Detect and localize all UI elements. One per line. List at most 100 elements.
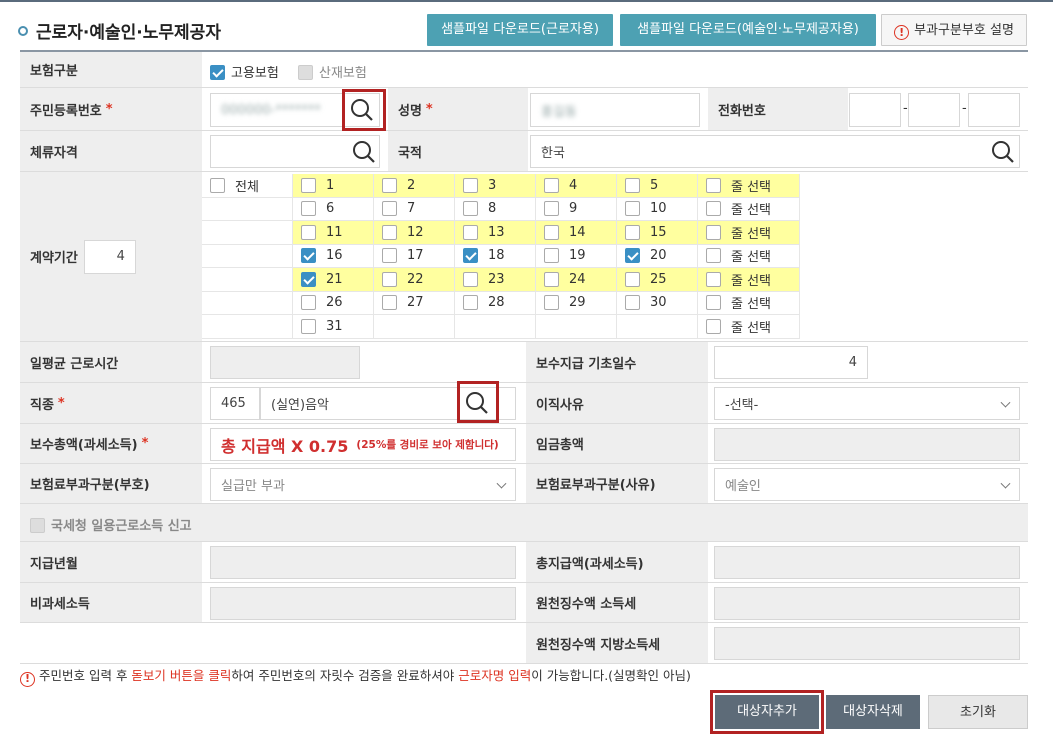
contract-day-checkbox[interactable]: [463, 295, 478, 311]
contract-day-checkbox[interactable]: [382, 295, 397, 311]
contract-day-cell[interactable]: 12: [374, 221, 455, 245]
contract-day-cell[interactable]: 15: [617, 221, 698, 245]
sample-download-worker-button[interactable]: 샘플파일 다운로드(근로자용): [427, 14, 613, 46]
contract-day-checkbox[interactable]: [463, 201, 478, 217]
contract-day-checkbox[interactable]: [301, 295, 316, 311]
contract-day-cell[interactable]: 5: [617, 174, 698, 198]
row-select-checkbox[interactable]: [706, 271, 721, 287]
nts-report-checkbox[interactable]: [30, 518, 45, 533]
contract-day-cell[interactable]: 30: [617, 291, 698, 315]
contract-day-cell[interactable]: 18: [455, 244, 536, 268]
contract-day-checkbox[interactable]: [382, 224, 397, 240]
wage-total-input[interactable]: [714, 428, 1020, 461]
contract-day-checkbox[interactable]: [625, 295, 640, 311]
row-select-cell[interactable]: 줄 선택: [698, 244, 800, 268]
contract-day-checkbox[interactable]: [382, 271, 397, 287]
withholding-income-input[interactable]: [714, 587, 1020, 620]
contract-day-checkbox[interactable]: [463, 248, 478, 264]
contract-day-cell[interactable]: 28: [455, 291, 536, 315]
reset-button[interactable]: 초기화: [928, 695, 1028, 729]
contract-count-input[interactable]: 4: [83, 239, 136, 274]
contract-day-cell[interactable]: 3: [455, 174, 536, 198]
row-select-cell[interactable]: 줄 선택: [698, 268, 800, 292]
row-select-checkbox[interactable]: [706, 295, 721, 311]
pay-month-input[interactable]: [210, 546, 516, 579]
contract-day-checkbox[interactable]: [625, 248, 640, 264]
contract-day-cell[interactable]: 31: [293, 315, 374, 339]
contract-day-checkbox[interactable]: [625, 271, 640, 287]
contract-day-cell[interactable]: 7: [374, 197, 455, 221]
contract-day-cell[interactable]: 9: [536, 197, 617, 221]
contract-day-checkbox[interactable]: [301, 201, 316, 217]
nts-report-option[interactable]: 국세청 일용근로소득 신고: [30, 515, 192, 534]
row-select-cell[interactable]: 줄 선택: [698, 174, 800, 198]
contract-day-cell[interactable]: 20: [617, 244, 698, 268]
job-code-input[interactable]: 465: [210, 387, 260, 420]
contract-day-cell[interactable]: 13: [455, 221, 536, 245]
phone-part1-input[interactable]: [849, 93, 901, 127]
name-input[interactable]: 홍길동: [530, 93, 700, 127]
contract-day-cell[interactable]: 16: [293, 244, 374, 268]
phone-part2-input[interactable]: [908, 93, 960, 127]
total-pay-input[interactable]: [714, 546, 1020, 579]
contract-day-checkbox[interactable]: [382, 201, 397, 217]
contract-day-cell[interactable]: 1: [293, 174, 374, 198]
contract-day-cell[interactable]: 24: [536, 268, 617, 292]
industrial-insurance-option[interactable]: 산재보험: [298, 62, 367, 81]
row-select-cell[interactable]: 줄 선택: [698, 315, 800, 339]
row-select-checkbox[interactable]: [706, 177, 721, 193]
contract-day-cell[interactable]: 22: [374, 268, 455, 292]
contract-day-checkbox[interactable]: [301, 177, 316, 193]
contract-day-cell[interactable]: 23: [455, 268, 536, 292]
employment-insurance-option[interactable]: 고용보험: [210, 62, 279, 81]
contract-day-checkbox[interactable]: [625, 224, 640, 240]
row-select-checkbox[interactable]: [706, 201, 721, 217]
contract-day-checkbox[interactable]: [301, 248, 316, 264]
contract-day-cell[interactable]: 14: [536, 221, 617, 245]
leave-reason-select[interactable]: -선택-: [714, 387, 1020, 420]
contract-day-checkbox[interactable]: [382, 248, 397, 264]
contract-day-checkbox[interactable]: [301, 224, 316, 240]
contract-day-cell[interactable]: 4: [536, 174, 617, 198]
contract-day-cell[interactable]: 26: [293, 291, 374, 315]
contract-day-checkbox[interactable]: [544, 248, 559, 264]
row-select-cell[interactable]: 줄 선택: [698, 197, 800, 221]
row-select-cell[interactable]: 줄 선택: [698, 291, 800, 315]
contract-day-checkbox[interactable]: [625, 177, 640, 193]
contract-day-cell[interactable]: 10: [617, 197, 698, 221]
premium-reason-select[interactable]: 예술인: [714, 468, 1020, 501]
contract-day-checkbox[interactable]: [463, 177, 478, 193]
row-select-checkbox[interactable]: [706, 318, 721, 334]
contract-day-checkbox[interactable]: [544, 295, 559, 311]
contract-day-cell[interactable]: 21: [293, 268, 374, 292]
contract-day-checkbox[interactable]: [301, 271, 316, 287]
contract-day-cell[interactable]: 19: [536, 244, 617, 268]
contract-day-checkbox[interactable]: [301, 318, 316, 334]
contract-all-checkbox[interactable]: [210, 177, 225, 193]
base-days-input[interactable]: 4: [714, 346, 868, 379]
industrial-insurance-checkbox[interactable]: [298, 65, 313, 80]
phone-part3-input[interactable]: [968, 93, 1020, 127]
delete-target-button[interactable]: 대상자삭제: [826, 695, 920, 729]
contract-day-checkbox[interactable]: [544, 224, 559, 240]
row-select-checkbox[interactable]: [706, 248, 721, 264]
nationality-search-icon[interactable]: [988, 137, 1018, 167]
contract-day-cell[interactable]: 6: [293, 197, 374, 221]
contract-day-checkbox[interactable]: [544, 177, 559, 193]
contract-day-checkbox[interactable]: [382, 177, 397, 193]
employment-insurance-checkbox[interactable]: [210, 65, 225, 80]
contract-day-cell[interactable]: 17: [374, 244, 455, 268]
avg-hours-input[interactable]: [210, 346, 360, 379]
sample-download-artist-button[interactable]: 샘플파일 다운로드(예술인·노무제공자용): [620, 14, 876, 46]
contract-day-cell[interactable]: 25: [617, 268, 698, 292]
contract-day-checkbox[interactable]: [625, 201, 640, 217]
contract-day-cell[interactable]: 2: [374, 174, 455, 198]
contract-day-checkbox[interactable]: [544, 271, 559, 287]
contract-day-cell[interactable]: 8: [455, 197, 536, 221]
stay-search-icon[interactable]: [349, 137, 379, 167]
nontax-input[interactable]: [210, 587, 516, 620]
premium-code-help-button[interactable]: ! 부과구분부호 설명: [881, 14, 1027, 46]
contract-day-cell[interactable]: 11: [293, 221, 374, 245]
contract-all-cell[interactable]: 전체: [202, 174, 293, 198]
premium-code-select[interactable]: 실급만 부과: [210, 468, 516, 501]
